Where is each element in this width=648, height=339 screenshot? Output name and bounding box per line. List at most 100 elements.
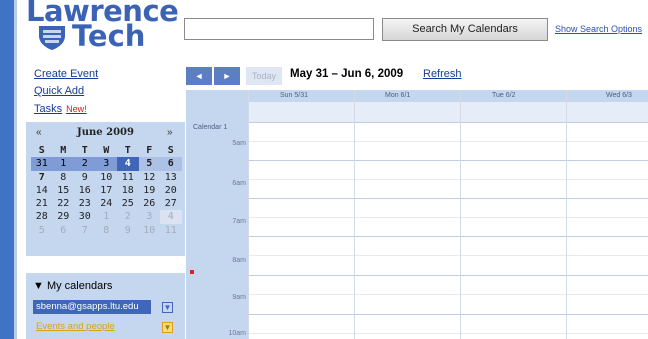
left-accent-highlight (14, 0, 17, 339)
half-hour-grid-line (248, 333, 648, 334)
half-hour-grid-line (248, 294, 648, 295)
day-cell[interactable]: 21 (31, 197, 53, 210)
mini-calendar-month-title: June 2009 (77, 127, 134, 138)
hour-label: 7am (232, 218, 246, 225)
calendar-options-icon[interactable]: ▼ (162, 322, 173, 333)
refresh-link[interactable]: Refresh (423, 68, 462, 80)
day-cell[interactable]: 7 (31, 171, 53, 184)
day-cell[interactable]: 29 (53, 210, 75, 223)
all-day-row[interactable] (248, 102, 648, 122)
day-column-divider (248, 90, 249, 339)
day-cell[interactable]: 9 (74, 171, 96, 184)
lawrence-tech-logo[interactable]: Lawrence Tech (24, 0, 179, 56)
day-cell[interactable]: 28 (31, 210, 53, 223)
day-cell-today[interactable]: 4 (117, 157, 139, 171)
my-calendars-title: My calendars (46, 280, 113, 292)
tasks-link[interactable]: Tasks New! (34, 103, 87, 115)
day-header-wed[interactable]: Wed 6/3 (606, 90, 632, 102)
day-header-mon[interactable]: Mon 6/1 (385, 90, 410, 102)
mini-calendar-week: 28 29 30 1 2 3 4 (31, 210, 183, 224)
day-cell[interactable]: 4 (160, 210, 182, 224)
day-cell[interactable]: 2 (74, 157, 96, 171)
next-period-button[interactable]: ► (214, 67, 240, 85)
search-input[interactable] (184, 18, 374, 40)
day-cell[interactable]: 2 (117, 210, 139, 223)
day-header-sun[interactable]: Sun 5/31 (280, 90, 308, 102)
my-calendars-header[interactable]: ▼ My calendars (33, 280, 112, 292)
mini-calendar-week: 5 6 7 8 9 10 11 (31, 224, 183, 237)
dow-label: S (38, 145, 45, 156)
today-button[interactable]: Today (246, 67, 282, 85)
mini-calendar: « June 2009 » S M T W T F S 31 1 2 3 4 5… (26, 122, 185, 256)
hour-grid-line (248, 160, 648, 161)
week-header: Sun 5/31 Mon 6/1 Tue 6/2 Wed 6/3 (186, 90, 648, 102)
day-cell[interactable]: 10 (139, 224, 161, 237)
day-cell[interactable]: 11 (117, 171, 139, 184)
dow-label: S (167, 145, 174, 156)
day-cell[interactable]: 27 (160, 197, 182, 210)
day-cell[interactable]: 25 (117, 197, 139, 210)
calendar-item-secondary[interactable]: Events and people (33, 320, 151, 334)
day-cell[interactable]: 16 (74, 184, 96, 197)
day-cell[interactable]: 6 (53, 224, 75, 237)
day-cell[interactable]: 5 (138, 157, 160, 171)
hour-grid-line (248, 275, 648, 276)
half-hour-grid-line (248, 255, 648, 256)
day-cell[interactable]: 1 (52, 157, 74, 171)
quick-add-link[interactable]: Quick Add (34, 85, 84, 97)
hour-label: 8am (232, 257, 246, 264)
day-cell[interactable]: 18 (117, 184, 139, 197)
hour-label: 10am (228, 330, 246, 337)
hour-label: 6am (232, 180, 246, 187)
day-cell[interactable]: 12 (139, 171, 161, 184)
show-search-options-link[interactable]: Show Search Options (555, 24, 642, 34)
mini-calendar-week: 31 1 2 3 4 5 6 (31, 157, 183, 171)
previous-period-button[interactable]: ◄ (186, 67, 212, 85)
day-cell[interactable]: 22 (53, 197, 75, 210)
day-cell[interactable]: 30 (74, 210, 96, 223)
day-cell[interactable]: 9 (117, 224, 139, 237)
calendar-item-primary[interactable]: sbenna@gsapps.ltu.edu (33, 300, 151, 314)
half-hour-grid-line (248, 141, 648, 142)
day-cell[interactable]: 23 (74, 197, 96, 210)
day-cell[interactable]: 14 (31, 184, 53, 197)
create-event-link[interactable]: Create Event (34, 68, 98, 80)
day-cell[interactable]: 26 (139, 197, 161, 210)
day-cell[interactable]: 8 (96, 224, 118, 237)
day-cell[interactable]: 7 (74, 224, 96, 237)
mini-calendar-week: 7 8 9 10 11 12 13 (31, 171, 183, 184)
day-cell[interactable]: 19 (139, 184, 161, 197)
hour-grid-line (248, 236, 648, 237)
day-column-divider (460, 90, 461, 339)
logo-line-2: Tech (72, 19, 146, 53)
week-grid[interactable] (248, 122, 648, 339)
day-cell[interactable]: 31 (31, 157, 53, 171)
hour-label: 9am (232, 294, 246, 301)
day-cell[interactable]: 10 (96, 171, 118, 184)
day-cell[interactable]: 8 (53, 171, 75, 184)
calendar-1-label: Calendar 1 (193, 124, 228, 131)
hour-grid-line (248, 122, 648, 123)
day-cell[interactable]: 5 (31, 224, 53, 237)
day-cell[interactable]: 3 (95, 157, 117, 171)
tasks-link-label: Tasks (34, 103, 63, 115)
day-cell[interactable]: 11 (160, 224, 182, 237)
day-header-tue[interactable]: Tue 6/2 (492, 90, 515, 102)
dow-label: M (60, 145, 67, 156)
calendar-app: Lawrence Tech Search My Calendars Show S… (0, 0, 648, 339)
dow-label: T (81, 145, 88, 156)
day-cell[interactable]: 20 (160, 184, 182, 197)
day-cell[interactable]: 13 (160, 171, 182, 184)
mini-calendar-next-month[interactable]: » (167, 127, 173, 138)
dow-label: F (146, 145, 153, 156)
half-hour-grid-line (248, 179, 648, 180)
mini-calendar-week: 21 22 23 24 25 26 27 (31, 197, 183, 210)
day-cell[interactable]: 17 (96, 184, 118, 197)
day-cell[interactable]: 24 (96, 197, 118, 210)
day-cell[interactable]: 6 (160, 157, 182, 171)
search-my-calendars-button[interactable]: Search My Calendars (382, 18, 548, 41)
day-cell[interactable]: 3 (139, 210, 161, 223)
day-cell[interactable]: 15 (53, 184, 75, 197)
day-cell[interactable]: 1 (96, 210, 118, 223)
calendar-options-icon[interactable]: ▼ (162, 302, 173, 313)
